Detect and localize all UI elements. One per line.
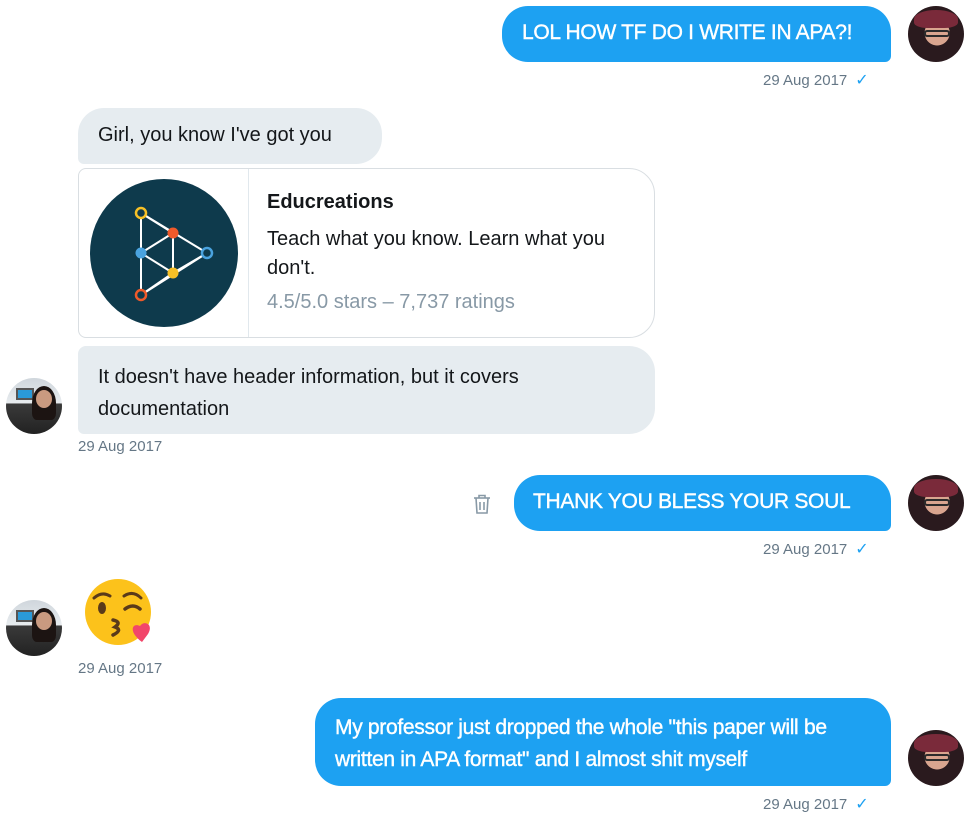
message-timestamp: 29 Aug 2017 ✓ bbox=[763, 541, 869, 558]
educreations-logo-icon bbox=[90, 179, 238, 327]
message-timestamp: 29 Aug 2017 ✓ bbox=[763, 796, 869, 813]
card-title: Educreations bbox=[267, 191, 394, 213]
read-check-icon: ✓ bbox=[855, 541, 869, 558]
message-bubble-incoming[interactable]: Girl, you know I've got you bbox=[78, 108, 382, 164]
delete-icon[interactable] bbox=[473, 494, 491, 514]
card-description: Teach what you know. Learn what you don'… bbox=[267, 228, 605, 279]
emoji-message[interactable] bbox=[78, 576, 162, 646]
message-timestamp: 29 Aug 2017 bbox=[78, 438, 163, 455]
kissing-face-emoji-icon bbox=[85, 579, 151, 645]
read-check-icon: ✓ bbox=[855, 72, 869, 89]
card-thumbnail bbox=[79, 169, 249, 337]
message-bubble-outgoing[interactable]: LOL HOW TF DO I WRITE IN APA?! bbox=[502, 6, 891, 62]
message-bubble-outgoing[interactable]: My professor just dropped the whole "thi… bbox=[315, 698, 891, 786]
message-timestamp: 29 Aug 2017 ✓ bbox=[763, 72, 869, 89]
message-text: My professor just dropped the whole "thi… bbox=[335, 716, 827, 771]
avatar[interactable] bbox=[908, 730, 964, 786]
message-text: It doesn't have header information, but … bbox=[98, 366, 519, 420]
avatar[interactable] bbox=[908, 6, 964, 62]
link-preview-card[interactable]: Educreations Teach what you know. Learn … bbox=[78, 168, 655, 338]
message-text: THANK YOU BLESS YOUR SOUL bbox=[533, 490, 851, 513]
message-text: Girl, you know I've got you bbox=[98, 124, 332, 146]
message-bubble-outgoing[interactable]: THANK YOU BLESS YOUR SOUL bbox=[514, 475, 891, 531]
avatar[interactable] bbox=[6, 600, 62, 656]
avatar[interactable] bbox=[6, 378, 62, 434]
avatar[interactable] bbox=[908, 475, 964, 531]
message-bubble-incoming[interactable]: It doesn't have header information, but … bbox=[78, 346, 655, 434]
card-rating: 4.5/5.0 stars – 7,737 ratings bbox=[267, 291, 515, 313]
message-text: LOL HOW TF DO I WRITE IN APA?! bbox=[522, 21, 853, 44]
read-check-icon: ✓ bbox=[855, 796, 869, 813]
message-timestamp: 29 Aug 2017 bbox=[78, 660, 163, 677]
